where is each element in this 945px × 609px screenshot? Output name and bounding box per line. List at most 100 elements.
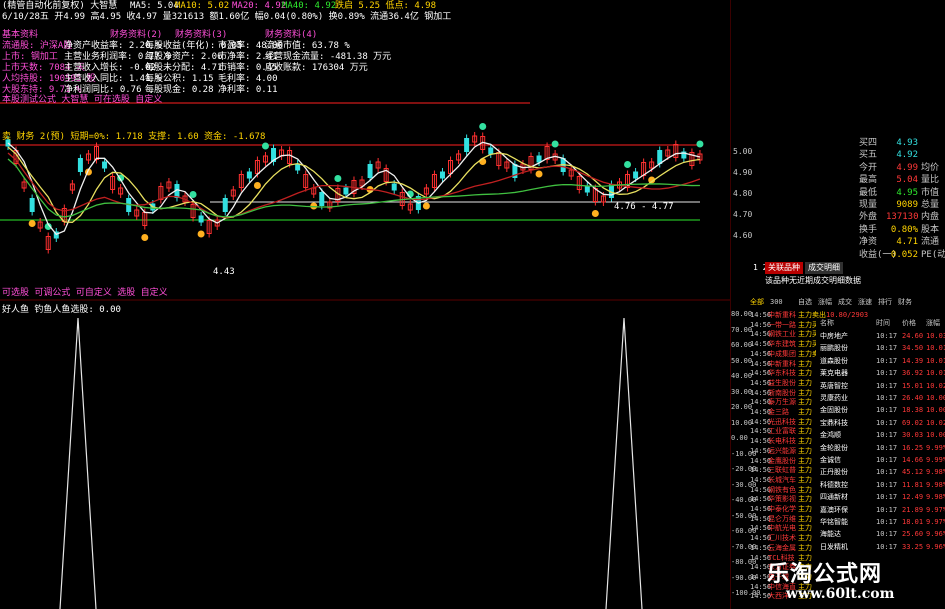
quote-extra-label: 均价 bbox=[921, 162, 940, 173]
list-cell: 10.02% bbox=[926, 418, 945, 427]
quote-label: 现量 bbox=[859, 200, 878, 210]
ma20-label: MA20: 4.92 bbox=[232, 1, 287, 11]
list-cell: 中房地产 bbox=[820, 332, 848, 340]
list-item[interactable]: 金固股份 10:17 18.3810.00% bbox=[816, 405, 945, 416]
list-filter-tab[interactable]: 涨速 bbox=[858, 297, 872, 307]
list-item[interactable]: 中房地产 10:17 24.6010.03% bbox=[816, 331, 945, 342]
quote-extra-label: PE(动) bbox=[921, 249, 945, 260]
list-cell: 9.98% bbox=[926, 493, 945, 502]
list-item[interactable]: 华铭智能 10:17 18.01 9.97% bbox=[816, 517, 945, 528]
quote-label: 买五 bbox=[859, 150, 878, 161]
list-cell: 9.96% bbox=[926, 530, 945, 539]
quote-extra-label: 量比 bbox=[921, 175, 940, 186]
list-cell: 10.01% bbox=[926, 356, 945, 365]
list-cell: 9.97% bbox=[926, 518, 945, 526]
list-item[interactable]: 宝鼎科技 10:17 69.0210.02% bbox=[816, 418, 945, 429]
list-cell: 9.99% bbox=[926, 456, 945, 464]
list-cell: 金鸿顺 bbox=[820, 431, 841, 440]
signal-marker bbox=[535, 170, 543, 178]
signal-marker bbox=[422, 202, 430, 210]
list-item[interactable]: 丽鹏股份 10:17 34.5010.01% bbox=[816, 343, 945, 354]
list-cell: 15.01 bbox=[902, 381, 924, 390]
signal-marker bbox=[551, 140, 559, 148]
list-cell: 10:17 bbox=[876, 530, 898, 539]
list-cell: 10:17 bbox=[876, 381, 898, 390]
signal-marker bbox=[696, 140, 704, 148]
quote-value: 5.04 bbox=[896, 175, 918, 186]
list-cell: 科德数控 bbox=[820, 480, 848, 489]
list-filter-tab[interactable]: 300 bbox=[770, 297, 783, 307]
list-cell: 10:17 bbox=[876, 480, 898, 489]
list-filter-tab[interactable]: 全部 bbox=[750, 297, 764, 307]
list-cell: 10:17 bbox=[876, 468, 898, 477]
signal-marker bbox=[479, 123, 487, 130]
candle bbox=[198, 215, 204, 223]
list-cell: 16.25 bbox=[902, 443, 924, 452]
list-cell: 9.97% bbox=[926, 505, 945, 514]
indicator-chart[interactable] bbox=[0, 280, 730, 609]
quote-value: 0.80% bbox=[890, 224, 918, 235]
list-cell: 10:17 bbox=[876, 456, 898, 464]
candle bbox=[488, 147, 494, 155]
signal-marker bbox=[334, 175, 342, 182]
quote-value: 0.052 bbox=[890, 249, 918, 260]
list-filter-tab[interactable]: 成交 bbox=[838, 297, 852, 307]
list-filter-tab[interactable]: 财务 bbox=[898, 297, 912, 307]
list-item[interactable]: 金轮股份 10:17 16.25 9.99% bbox=[816, 443, 945, 454]
info-bar: 6/10/28五 开4.99 高4.95 收4.97 量321613 额1.60… bbox=[0, 11, 730, 23]
list-header-cell: 价格 bbox=[902, 319, 916, 327]
candlestick-chart[interactable] bbox=[0, 95, 730, 295]
list-item[interactable]: 正丹股份 10:17 45.12 9.98% bbox=[816, 467, 945, 478]
list-cell: 21.89 bbox=[902, 505, 924, 514]
list-cell: 9.99% bbox=[926, 443, 945, 452]
list-item[interactable]: 嘉澳环保 10:17 21.89 9.97% bbox=[816, 505, 945, 516]
list-filter-tab[interactable]: 自选 bbox=[798, 297, 812, 307]
list-item[interactable]: 灵康药业 10:17 26.4010.00% bbox=[816, 393, 945, 404]
panel-tab[interactable]: 成交明细 bbox=[805, 262, 843, 274]
candle bbox=[439, 171, 445, 179]
list-item[interactable]: 英唐智控 10:17 15.0110.02% bbox=[816, 381, 945, 392]
list-cell: 华铭智能 bbox=[820, 518, 848, 526]
list-cell: 金轮股份 bbox=[820, 443, 848, 452]
list-filter-tab[interactable]: 排行 bbox=[878, 297, 892, 307]
candle bbox=[222, 198, 228, 212]
quote-value: 4.93 bbox=[896, 138, 918, 148]
list-cell: 正丹股份 bbox=[820, 468, 848, 477]
list-cell: 45.12 bbox=[902, 468, 924, 477]
ma10-label: MA10: 5.02 bbox=[175, 1, 230, 11]
list-item[interactable]: 金诚信 10:17 14.66 9.99% bbox=[816, 455, 945, 466]
ma5-label: MA5: 5.04 bbox=[130, 1, 179, 11]
watermark-title: 乐淘公式网 bbox=[767, 562, 883, 587]
list-item[interactable]: 日发精机 10:17 33.25 9.96% bbox=[816, 542, 945, 553]
list-cell: 10.00% bbox=[926, 406, 945, 415]
list-filter-tab[interactable]: 涨幅 bbox=[818, 297, 832, 307]
list-item[interactable]: 莱克电器 10:17 36.9210.01% bbox=[816, 368, 945, 379]
signal-marker bbox=[253, 182, 261, 189]
quote-value: 137130 bbox=[886, 212, 919, 223]
candle bbox=[102, 161, 108, 169]
list-cell: 9.96% bbox=[926, 542, 945, 551]
candle bbox=[246, 171, 252, 179]
news-text: 该品种无近期成交明细数据 bbox=[765, 276, 861, 285]
quote-extra-label: 总量 bbox=[921, 200, 940, 210]
list-cell: 丽鹏股份 bbox=[820, 344, 848, 353]
list-item[interactable]: 金鸿顺 10:17 30.0310.00% bbox=[816, 430, 945, 441]
list-cell: 11.81 bbox=[902, 480, 924, 489]
stock-list-b: 名称 时间 价格 涨幅 中房地产 10:17 24.6010.03% 丽鹏股份 10:17 34… bbox=[816, 318, 945, 558]
list-cell: 10:17 bbox=[876, 356, 898, 365]
candle bbox=[464, 138, 470, 152]
list-item[interactable]: 海能达 10:17 25.60 9.96% bbox=[816, 529, 945, 540]
list-item[interactable]: 四通新材 10:17 12.49 9.98% bbox=[816, 492, 945, 503]
list-item[interactable]: 道森股份 10:17 14.3910.01% bbox=[816, 356, 945, 367]
list-cell: 海能达 bbox=[820, 530, 841, 539]
quote-label: 最低 bbox=[859, 187, 878, 198]
signal-marker bbox=[591, 210, 599, 217]
list-cell: 10:17 bbox=[876, 493, 898, 502]
panel-tab[interactable]: 关联品种 bbox=[765, 262, 803, 274]
list-cell: 10.03% bbox=[926, 332, 945, 340]
list-cell: 25.60 bbox=[902, 530, 924, 539]
list-cell: 34.50 bbox=[902, 344, 924, 353]
list-cell: 10:17 bbox=[876, 332, 898, 340]
list-item[interactable]: 科德数控 10:17 11.81 9.98% bbox=[816, 480, 945, 491]
candle bbox=[584, 185, 590, 193]
